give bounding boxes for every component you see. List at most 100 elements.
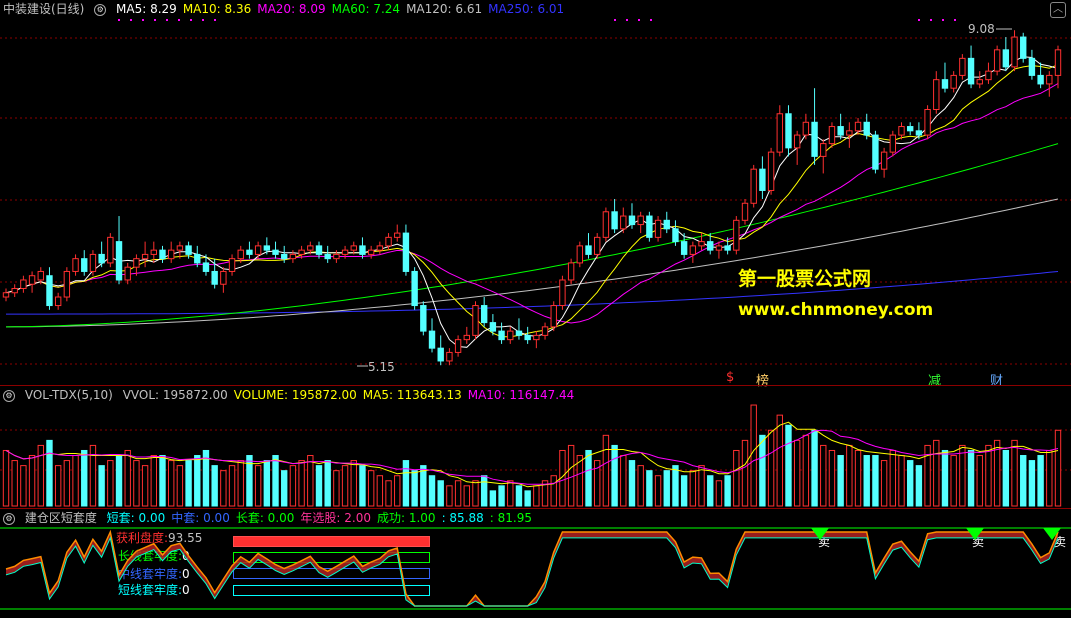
candle-body-113 bbox=[985, 70, 992, 81]
candle-body-47 bbox=[411, 270, 418, 307]
candle-body-82 bbox=[715, 245, 723, 251]
volume-bar-11 bbox=[98, 465, 105, 507]
signal-dot-b-0 bbox=[614, 19, 616, 21]
volume-bar-103 bbox=[898, 455, 905, 507]
candle-body-54 bbox=[472, 305, 479, 336]
ma120-line bbox=[5, 198, 1059, 328]
volume-bar-9 bbox=[81, 449, 88, 507]
candle-body-27 bbox=[237, 249, 244, 260]
volume-bar-65 bbox=[567, 444, 575, 507]
volume-bar-44 bbox=[385, 480, 392, 507]
candle-body-25 bbox=[220, 270, 227, 285]
candle-body-23 bbox=[202, 262, 210, 272]
volume-bar-52 bbox=[454, 480, 462, 507]
profit-lower-line bbox=[5, 536, 1059, 607]
candle-body-20 bbox=[176, 245, 184, 251]
candle-body-46 bbox=[402, 232, 410, 272]
volume-bar-39 bbox=[341, 465, 349, 507]
candle-body-101 bbox=[880, 151, 888, 170]
candle-body-80 bbox=[698, 241, 705, 247]
volume-bar-40 bbox=[350, 460, 357, 507]
volume-bar-30 bbox=[263, 460, 271, 507]
volume-bar-63 bbox=[550, 475, 557, 507]
candle-body-51 bbox=[446, 351, 453, 362]
volume-bar-46 bbox=[402, 460, 410, 507]
volume-bar-50 bbox=[437, 480, 444, 507]
volume-bar-5 bbox=[46, 439, 53, 507]
candle-body-102 bbox=[889, 134, 897, 153]
candle-body-94 bbox=[820, 143, 827, 157]
volume-bar-59 bbox=[515, 485, 523, 507]
candle-body-1 bbox=[11, 288, 18, 294]
candle-body-56 bbox=[489, 322, 497, 332]
signal-dot-c-1 bbox=[930, 19, 932, 21]
volume-bar-92 bbox=[802, 434, 810, 507]
candle-body-72 bbox=[628, 215, 636, 226]
volume-bar-117 bbox=[1020, 455, 1027, 507]
candle-body-41 bbox=[359, 245, 366, 255]
candle-body-95 bbox=[828, 126, 836, 145]
candle-body-73 bbox=[637, 215, 644, 226]
candle-body-43 bbox=[376, 245, 384, 251]
candle-body-6 bbox=[54, 296, 62, 307]
candle-body-105 bbox=[915, 130, 923, 136]
volume-bar-16 bbox=[141, 465, 149, 507]
candle-body-7 bbox=[63, 270, 71, 298]
volume-bar-121 bbox=[1054, 429, 1062, 507]
candle-body-84 bbox=[733, 219, 740, 251]
candle-body-3 bbox=[28, 275, 36, 285]
candle-body-0 bbox=[2, 292, 10, 298]
candle-body-50 bbox=[437, 347, 444, 362]
volume-bar-82 bbox=[715, 480, 723, 507]
candle-body-9 bbox=[81, 258, 88, 272]
volume-bar-32 bbox=[281, 470, 288, 507]
candle-body-76 bbox=[663, 219, 670, 230]
candle-body-33 bbox=[289, 253, 297, 260]
candle-body-39 bbox=[341, 249, 349, 255]
volume-bar-75 bbox=[654, 475, 662, 507]
candle-body-91 bbox=[793, 134, 801, 149]
candle-body-118 bbox=[1028, 57, 1036, 76]
candle-body-117 bbox=[1020, 36, 1027, 59]
volume-bar-20 bbox=[176, 465, 184, 507]
chart-canvas[interactable] bbox=[0, 0, 1071, 618]
candle-body-92 bbox=[802, 121, 810, 136]
volume-bar-24 bbox=[211, 465, 218, 507]
volume-bar-84 bbox=[733, 449, 740, 507]
candle-body-71 bbox=[620, 215, 627, 230]
candle-body-78 bbox=[680, 241, 688, 255]
candle-body-45 bbox=[394, 232, 401, 238]
signal-dot-a-6 bbox=[190, 19, 192, 21]
volume-bar-101 bbox=[880, 460, 888, 507]
volume-bar-12 bbox=[107, 460, 114, 507]
candle-body-107 bbox=[933, 79, 940, 110]
volume-bar-25 bbox=[220, 470, 227, 507]
signal-dot-b-3 bbox=[650, 19, 652, 21]
candle-body-74 bbox=[646, 215, 653, 238]
candle-body-99 bbox=[863, 121, 870, 136]
volume-bar-72 bbox=[628, 460, 636, 507]
volume-bar-116 bbox=[1011, 439, 1018, 507]
volume-bar-57 bbox=[498, 485, 505, 507]
profit-band bbox=[6, 532, 1058, 606]
volume-bar-36 bbox=[315, 465, 323, 507]
volume-bar-8 bbox=[72, 455, 79, 507]
candle-body-37 bbox=[324, 253, 331, 260]
volume-bar-45 bbox=[394, 475, 401, 507]
ma60-line bbox=[5, 143, 1059, 328]
candle-body-21 bbox=[185, 245, 192, 255]
candle-body-68 bbox=[594, 236, 601, 255]
volume-bar-37 bbox=[324, 460, 331, 507]
candle-body-69 bbox=[602, 211, 610, 238]
volume-bar-102 bbox=[889, 449, 897, 507]
candle-body-115 bbox=[1002, 49, 1010, 68]
candle-body-2 bbox=[20, 279, 27, 290]
candle-body-24 bbox=[211, 270, 218, 285]
volume-bar-79 bbox=[689, 470, 697, 507]
signal-dot-b-2 bbox=[638, 19, 640, 21]
candle-body-108 bbox=[941, 79, 949, 89]
volume-bar-55 bbox=[480, 475, 488, 507]
volume-bar-81 bbox=[707, 475, 714, 507]
volume-bar-31 bbox=[272, 455, 279, 507]
candle-body-13 bbox=[115, 241, 123, 281]
